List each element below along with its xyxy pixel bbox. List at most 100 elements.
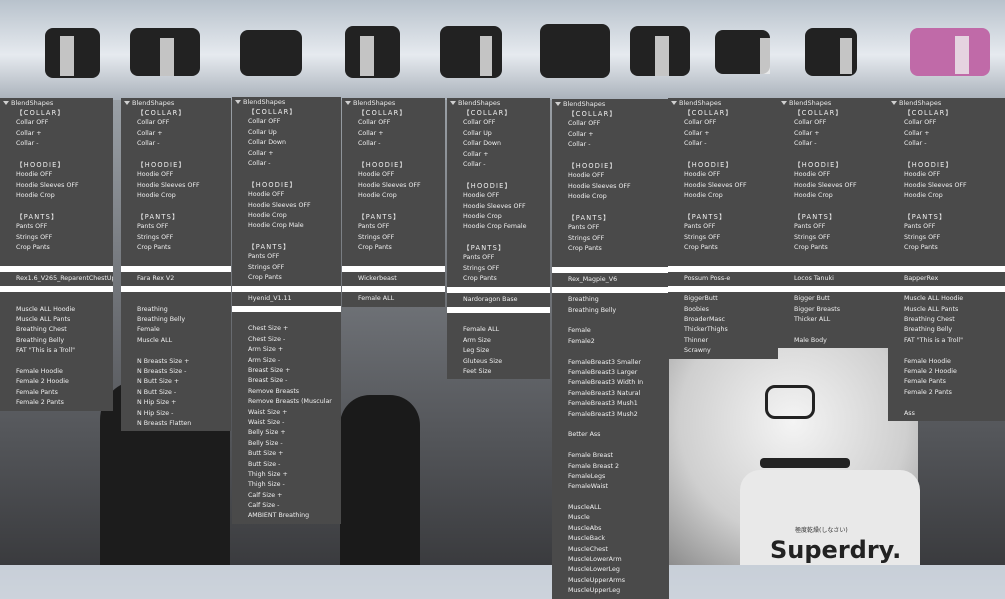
blendshapes-foldout[interactable]: BlendShapes	[552, 99, 669, 109]
blendshape-toggle[interactable]: Collar -	[778, 139, 888, 149]
blendshape-toggle[interactable]: Collar OFF	[447, 118, 550, 128]
blendshape-toggle[interactable]: Possum Poss-e	[668, 274, 778, 284]
blendshape-toggle[interactable]: Breathing Belly	[552, 306, 669, 316]
blendshape-toggle[interactable]: Nardoragon Base	[447, 295, 550, 305]
blendshape-toggle[interactable]: Ass	[888, 409, 1005, 419]
blendshape-toggle[interactable]: Breathing Chest	[0, 325, 113, 335]
blendshape-toggle[interactable]: Arm Size -	[232, 356, 341, 366]
blendshapes-foldout[interactable]: BlendShapes	[668, 98, 778, 108]
blendshape-toggle[interactable]: Hoodie Crop Female	[447, 222, 550, 232]
blendshape-toggle[interactable]: Strings OFF	[342, 233, 445, 243]
blendshape-toggle[interactable]: Hoodie OFF	[668, 170, 778, 180]
blendshapes-foldout[interactable]: BlendShapes	[342, 98, 445, 108]
blendshape-toggle[interactable]: Muscle ALL Pants	[888, 305, 1005, 315]
blendshape-toggle[interactable]: Breast Size -	[232, 376, 341, 386]
blendshape-toggle[interactable]: Rex_Magpie_V6	[552, 275, 669, 285]
blendshape-toggle[interactable]: Hoodie Sleeves OFF	[121, 181, 231, 191]
blendshape-toggle[interactable]: Pants OFF	[552, 223, 669, 233]
blendshape-toggle[interactable]: Chest Size -	[232, 335, 341, 345]
blendshape-toggle[interactable]: Collar -	[668, 139, 778, 149]
blendshape-toggle[interactable]: N Breasts Size -	[121, 367, 231, 377]
blendshape-toggle[interactable]: Thinner	[668, 336, 778, 346]
blendshape-toggle[interactable]: Pants OFF	[668, 222, 778, 232]
blendshape-toggle[interactable]: Arm Size	[447, 336, 550, 346]
blendshape-toggle[interactable]: Strings OFF	[121, 233, 231, 243]
blendshape-toggle[interactable]: MuscleLowerArm	[552, 555, 669, 565]
blendshape-toggle[interactable]: Female Hoodie	[0, 367, 113, 377]
blendshape-toggle[interactable]: Collar OFF	[668, 118, 778, 128]
blendshape-toggle[interactable]: Pants OFF	[0, 222, 113, 232]
blendshape-toggle[interactable]: Male Body	[778, 336, 888, 346]
blendshape-toggle[interactable]: Pants OFF	[778, 222, 888, 232]
blendshape-toggle[interactable]: FemaleBreast3 Mush2	[552, 410, 669, 420]
blendshapes-foldout[interactable]: BlendShapes	[447, 98, 550, 108]
blendshape-toggle[interactable]: Pants OFF	[447, 253, 550, 263]
blendshape-toggle[interactable]: Crop Pants	[0, 243, 113, 253]
blendshape-toggle[interactable]: Hoodie Sleeves OFF	[888, 181, 1005, 191]
blendshape-toggle[interactable]: N Hip Size +	[121, 398, 231, 408]
blendshape-toggle[interactable]: Hoodie Crop	[342, 191, 445, 201]
blendshape-toggle[interactable]: Breathing Belly	[0, 336, 113, 346]
blendshape-toggle[interactable]: Breathing	[552, 295, 669, 305]
blendshape-toggle[interactable]: Hoodie Crop	[121, 191, 231, 201]
blendshape-toggle[interactable]: MuscleUpperArms	[552, 576, 669, 586]
blendshape-toggle[interactable]: Collar +	[342, 129, 445, 139]
blendshape-toggle[interactable]: AMBIENT Breathing	[232, 511, 341, 521]
blendshape-toggle[interactable]: Hoodie Crop	[0, 191, 113, 201]
blendshape-toggle[interactable]: Hoodie Crop	[447, 212, 550, 222]
blendshape-toggle[interactable]: Collar Up	[232, 128, 341, 138]
blendshape-toggle[interactable]: Wickerbeast	[342, 274, 445, 284]
blendshape-toggle[interactable]: Collar -	[552, 140, 669, 150]
blendshape-toggle[interactable]: Collar OFF	[778, 118, 888, 128]
blendshape-toggle[interactable]: Remove Breasts (Muscular	[232, 397, 341, 407]
foldout-arrow-icon[interactable]	[3, 101, 9, 105]
blendshape-toggle[interactable]: FemaleBreast3 Larger	[552, 368, 669, 378]
blendshape-toggle[interactable]: Hoodie Sleeves OFF	[0, 181, 113, 191]
foldout-arrow-icon[interactable]	[124, 101, 130, 105]
blendshape-toggle[interactable]: Collar OFF	[121, 118, 231, 128]
blendshape-toggle[interactable]: Pants OFF	[232, 252, 341, 262]
blendshape-toggle[interactable]: Hoodie Sleeves OFF	[552, 182, 669, 192]
blendshape-toggle[interactable]: Crop Pants	[342, 243, 445, 253]
blendshape-toggle[interactable]: Collar +	[0, 129, 113, 139]
blendshape-toggle[interactable]: Arm Size +	[232, 345, 341, 355]
blendshape-toggle[interactable]: Collar OFF	[0, 118, 113, 128]
blendshape-toggle[interactable]: Feet Size	[447, 367, 550, 377]
blendshape-toggle[interactable]: Collar -	[0, 139, 113, 149]
blendshape-toggle[interactable]: Pants OFF	[342, 222, 445, 232]
blendshapes-foldout[interactable]: BlendShapes	[778, 98, 888, 108]
blendshape-toggle[interactable]: Muscle ALL Hoodie	[888, 294, 1005, 304]
foldout-arrow-icon[interactable]	[450, 101, 456, 105]
blendshape-toggle[interactable]: Hoodie Sleeves OFF	[447, 202, 550, 212]
blendshape-toggle[interactable]: Female Pants	[888, 377, 1005, 387]
blendshape-toggle[interactable]: Hoodie Sleeves OFF	[232, 201, 341, 211]
blendshape-toggle[interactable]: FemaleBreast3 Natural	[552, 389, 669, 399]
blendshape-toggle[interactable]: Female ALL	[342, 294, 445, 304]
blendshape-toggle[interactable]: Collar Up	[447, 129, 550, 139]
blendshape-toggle[interactable]: Pants OFF	[121, 222, 231, 232]
blendshape-toggle[interactable]: Female Pants	[0, 388, 113, 398]
blendshape-toggle[interactable]: Female	[552, 326, 669, 336]
foldout-arrow-icon[interactable]	[345, 101, 351, 105]
blendshape-toggle[interactable]: Collar +	[552, 130, 669, 140]
blendshape-toggle[interactable]: Collar -	[121, 139, 231, 149]
blendshape-toggle[interactable]: BapperRex	[888, 274, 1005, 284]
blendshape-toggle[interactable]: Female 2 Hoodie	[0, 377, 113, 387]
blendshape-toggle[interactable]: Strings OFF	[778, 233, 888, 243]
blendshape-toggle[interactable]: Hoodie Crop	[552, 192, 669, 202]
blendshapes-foldout[interactable]: BlendShapes	[232, 97, 341, 107]
blendshape-toggle[interactable]: Hoodie Crop	[778, 191, 888, 201]
blendshape-toggle[interactable]: FemaleWaist	[552, 482, 669, 492]
blendshape-toggle[interactable]: Hoodie OFF	[447, 191, 550, 201]
blendshapes-foldout[interactable]: BlendShapes	[0, 98, 113, 108]
blendshape-toggle[interactable]: Rex1.6_V265_ReparentChestUp	[0, 274, 113, 284]
blendshape-toggle[interactable]: Muscle ALL	[121, 336, 231, 346]
blendshape-toggle[interactable]: Female Breast	[552, 451, 669, 461]
blendshape-toggle[interactable]: Crop Pants	[447, 274, 550, 284]
blendshape-toggle[interactable]: Collar +	[778, 129, 888, 139]
blendshape-toggle[interactable]: MuscleBack	[552, 534, 669, 544]
blendshape-toggle[interactable]: Collar OFF	[552, 119, 669, 129]
blendshape-toggle[interactable]: Female ALL	[447, 325, 550, 335]
blendshape-toggle[interactable]: Hoodie OFF	[0, 170, 113, 180]
blendshape-toggle[interactable]: Collar Down	[232, 138, 341, 148]
